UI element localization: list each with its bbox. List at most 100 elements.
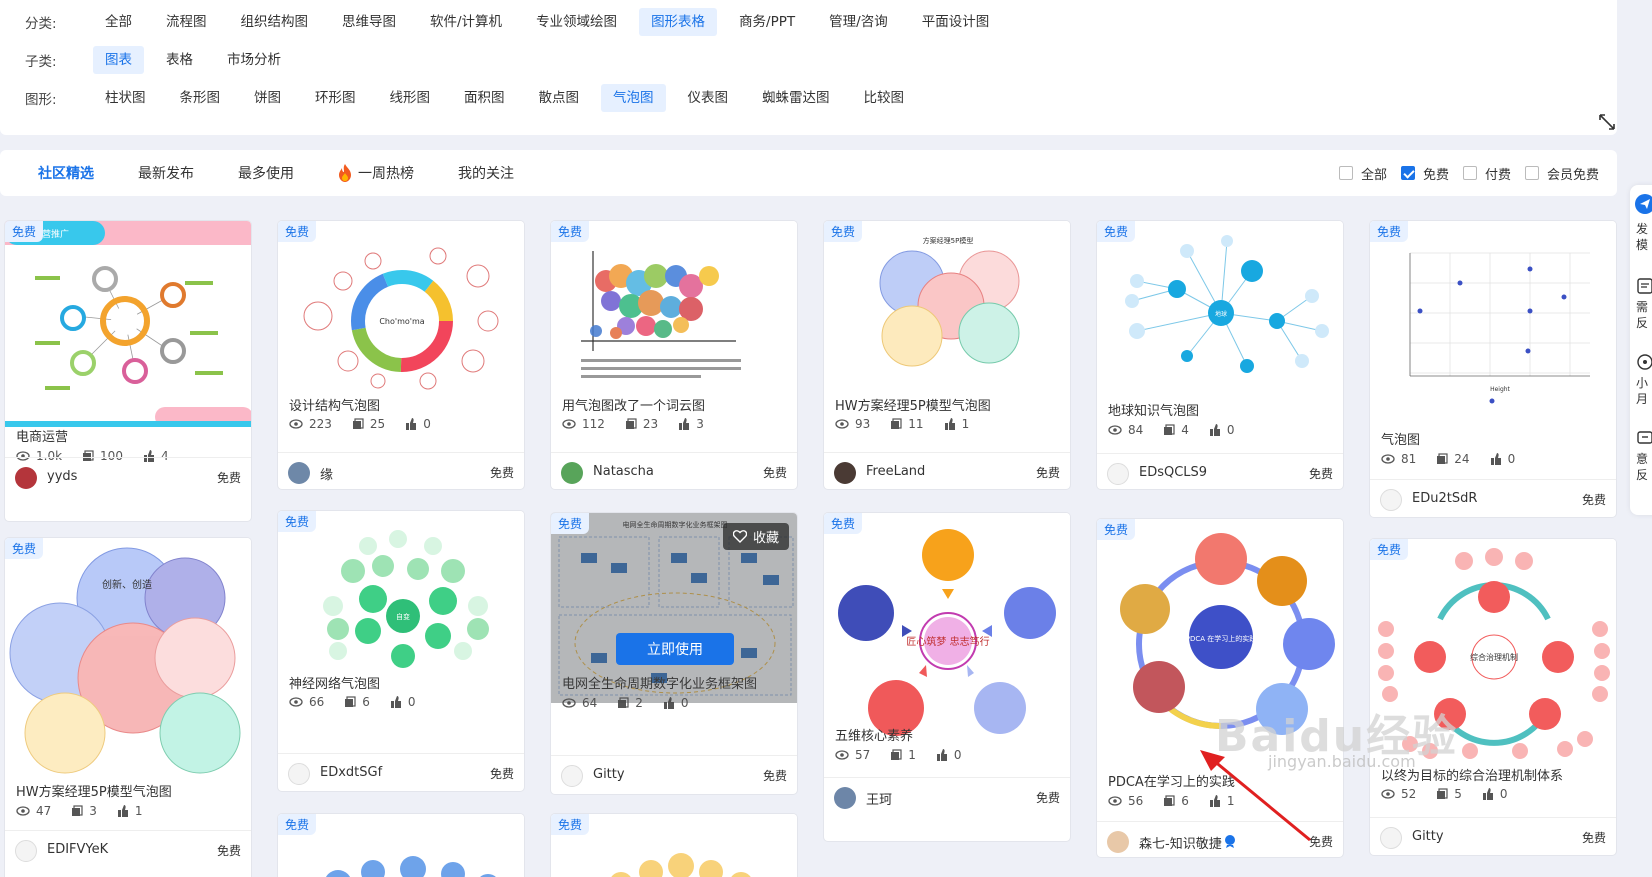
card-thumbnail[interactable]: Height: [1370, 221, 1616, 431]
avatar[interactable]: [288, 763, 310, 785]
shape-pie[interactable]: 饼图: [242, 84, 293, 112]
template-card[interactable]: 免费 匠心筑梦 忠志笃行 五维核心素养 57 1 0 王珂 免费: [823, 512, 1071, 842]
author-name[interactable]: Gitty: [1412, 829, 1444, 844]
tab-latest[interactable]: 最新发布: [138, 163, 194, 183]
shape-gauge[interactable]: 仪表图: [676, 84, 741, 112]
tab-most-used[interactable]: 最多使用: [238, 163, 294, 183]
card-thumbnail[interactable]: 运营推广: [5, 221, 251, 427]
card-thumbnail[interactable]: 地球: [1097, 221, 1343, 411]
use-now-button[interactable]: 立即使用: [616, 633, 734, 665]
card-title[interactable]: 五维核心素养: [835, 725, 1065, 744]
category-graphic-table[interactable]: 图形表格: [639, 8, 718, 36]
author-name[interactable]: 王珂: [866, 789, 892, 808]
card-thumbnail[interactable]: [551, 221, 797, 401]
category-mindmap[interactable]: 思维导图: [330, 8, 408, 36]
category-business-ppt[interactable]: 商务/PPT: [727, 8, 807, 36]
shape-scatter[interactable]: 散点图: [527, 84, 592, 112]
card-title[interactable]: 神经网络气泡图: [289, 673, 519, 692]
template-card[interactable]: 免费 创新、创造 HW方案经理5P模型气泡图 47 3 1 EDIFVYeK 免…: [4, 537, 252, 877]
category-management[interactable]: 管理/咨询: [817, 8, 900, 36]
template-card[interactable]: 免费 运营推广 电商运营 1.0k 100 4 yyds 免费: [4, 220, 252, 522]
publish-icon[interactable]: [1634, 193, 1652, 215]
template-card[interactable]: 免费 Height 气泡图 81 24 0 EDu2tSdR 免费: [1369, 220, 1617, 518]
program-icon[interactable]: [1636, 353, 1652, 371]
expand-icon[interactable]: [1598, 113, 1616, 131]
template-card[interactable]: 免费 Cho'mo'ma 设计结构气泡图 223 25 0 缘 免费: [277, 220, 525, 490]
category-all[interactable]: 全部: [93, 8, 144, 36]
template-card[interactable]: 免费 综合治理机制 以终为目标的综合治理机制体系 52 5 0 Gitty 免费: [1369, 538, 1617, 856]
subcategory-table[interactable]: 表格: [154, 46, 205, 74]
favorite-button[interactable]: 收藏: [722, 523, 789, 550]
avatar[interactable]: [15, 467, 37, 489]
card-title[interactable]: HW方案经理5P模型气泡图: [16, 781, 246, 800]
card-thumbnail[interactable]: 电网全生命周期数字化业务框架图 收藏 立即使用: [551, 513, 797, 703]
avatar[interactable]: [15, 840, 37, 862]
avatar[interactable]: [1380, 489, 1402, 511]
side-publish-label[interactable]: 发 模: [1636, 221, 1652, 253]
subcategory-market[interactable]: 市场分析: [215, 46, 293, 74]
template-card[interactable]: 免费 电网全生命周期数字化业务框架图 收藏 立即使用 电网全生命周期数字化业务框…: [550, 512, 798, 795]
side-mini-label[interactable]: 小 月: [1636, 375, 1652, 407]
checkbox-member-free[interactable]: 会员免费: [1524, 164, 1599, 183]
tab-weekly-hot[interactable]: 一周热榜: [338, 163, 414, 183]
checkbox-all[interactable]: 全部: [1338, 164, 1387, 183]
avatar[interactable]: [1380, 827, 1402, 849]
category-graphic-design[interactable]: 平面设计图: [910, 8, 1002, 36]
author-name[interactable]: EDxdtSGf: [320, 765, 382, 780]
card-thumbnail[interactable]: 方案经理5P模型: [824, 221, 1070, 401]
author-name[interactable]: EDu2tSdR: [1412, 491, 1477, 506]
template-card[interactable]: 免费 用气泡图改了一个词云图 112 23 3 Natascha 免费: [550, 220, 798, 490]
author-name[interactable]: FreeLand: [866, 464, 925, 479]
card-title[interactable]: 气泡图: [1381, 429, 1611, 448]
template-card[interactable]: 免费: [277, 813, 525, 877]
template-card[interactable]: 免费 地球 地球知识气泡图 84 4 0 EDsQCLS9 免费: [1096, 220, 1344, 490]
shape-donut[interactable]: 环形图: [303, 84, 368, 112]
category-org-chart[interactable]: 组织结构图: [229, 8, 321, 36]
tab-community-picks[interactable]: 社区精选: [38, 163, 94, 183]
avatar[interactable]: [834, 787, 856, 809]
category-professional[interactable]: 专业领域绘图: [524, 8, 629, 36]
avatar[interactable]: [561, 462, 583, 484]
suggestion-icon[interactable]: [1636, 429, 1652, 447]
side-opinion-label[interactable]: 意 反: [1636, 451, 1652, 483]
avatar[interactable]: [288, 462, 310, 484]
author-name[interactable]: EDsQCLS9: [1139, 465, 1207, 480]
shape-radar[interactable]: 蜘蛛雷达图: [750, 84, 842, 112]
free-badge: 免费: [551, 513, 590, 534]
shape-column[interactable]: 柱状图: [93, 84, 158, 112]
shape-bubble[interactable]: 气泡图: [601, 84, 666, 112]
shape-bar[interactable]: 条形图: [168, 84, 233, 112]
author-name[interactable]: Natascha: [593, 464, 654, 479]
author-name[interactable]: EDIFVYeK: [47, 842, 108, 857]
checkbox-free[interactable]: 免费: [1400, 164, 1449, 183]
shape-line[interactable]: 线形图: [378, 84, 443, 112]
template-card[interactable]: 免费 自变 神经网络气泡图 66 6 0 EDxdtSGf 免费: [277, 510, 525, 792]
card-title[interactable]: 地球知识气泡图: [1108, 400, 1338, 419]
card-title[interactable]: HW方案经理5P模型气泡图: [835, 395, 1065, 414]
side-demand-label[interactable]: 需 反: [1636, 299, 1652, 331]
author-name[interactable]: 缘: [320, 464, 333, 483]
card-title[interactable]: 设计结构气泡图: [289, 395, 519, 414]
template-card[interactable]: 免费 方案经理5P模型 HW方案经理5P模型气泡图 93 11 1 FreeLa…: [823, 220, 1071, 490]
avatar[interactable]: [1107, 831, 1129, 853]
shape-area[interactable]: 面积图: [452, 84, 517, 112]
template-card[interactable]: 免费: [550, 813, 798, 877]
feedback-icon[interactable]: [1636, 277, 1652, 295]
subcategory-chart[interactable]: 图表: [93, 46, 144, 74]
avatar[interactable]: [1107, 463, 1129, 485]
author-name[interactable]: yyds: [47, 469, 77, 484]
avatar[interactable]: [834, 462, 856, 484]
shape-compare[interactable]: 比较图: [852, 84, 917, 112]
checkbox-paid[interactable]: 付费: [1462, 164, 1511, 183]
card-title[interactable]: 用气泡图改了一个词云图: [562, 395, 792, 414]
views-count: 47: [36, 804, 52, 818]
category-flowchart[interactable]: 流程图: [154, 8, 219, 36]
card-thumbnail[interactable]: 匠心筑梦 忠志笃行: [824, 513, 1070, 753]
card-thumbnail[interactable]: 创新、创造: [5, 538, 251, 788]
avatar[interactable]: [561, 765, 583, 787]
category-software[interactable]: 软件/计算机: [418, 8, 514, 36]
tab-following[interactable]: 我的关注: [458, 163, 514, 183]
card-thumbnail[interactable]: Cho'mo'ma: [278, 221, 524, 401]
card-title[interactable]: 电商运营: [16, 426, 246, 445]
author-name[interactable]: Gitty: [593, 767, 625, 782]
